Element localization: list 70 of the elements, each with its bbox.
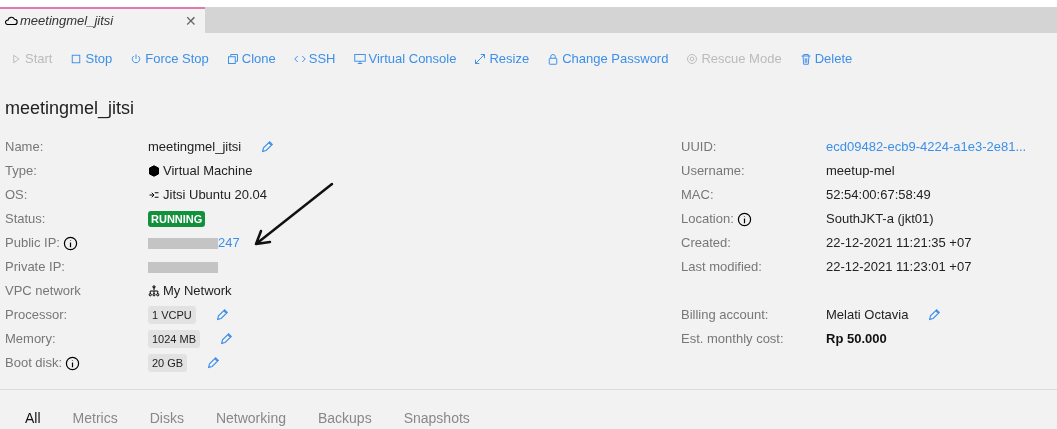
network-icon: [148, 285, 160, 297]
page-title: meetingmel_jitsi: [4, 97, 136, 121]
field-label: Public IP:: [5, 234, 60, 253]
play-icon: [10, 53, 22, 65]
field-label: Est. monthly cost:: [681, 330, 784, 349]
toolbar-button[interactable]: Force Stop: [130, 49, 209, 69]
value-chip: 20 GB: [148, 354, 188, 372]
field-label: Status:: [5, 210, 46, 229]
value-link[interactable]: 247: [218, 233, 240, 253]
field-value: 52:54:00:67:58:49: [826, 186, 931, 205]
toolbar-button[interactable]: SSH: [293, 49, 336, 69]
field-value: SouthJKT-a (jkt01): [826, 210, 934, 229]
edit-button[interactable]: [927, 308, 942, 322]
field-label: Created:: [681, 234, 731, 253]
field-label: Location:: [681, 210, 734, 229]
edit-button[interactable]: [219, 332, 234, 346]
square-icon: [70, 53, 83, 65]
value-chip: 1 VCPU: [148, 306, 196, 324]
toolbar-button[interactable]: Delete: [799, 49, 853, 69]
toolbar-button[interactable]: Stop: [70, 49, 113, 69]
toolbar-button[interactable]: Clone: [226, 49, 276, 69]
field-value: Jitsi Ubuntu 20.04: [163, 186, 268, 205]
cloud-icon: [4, 14, 18, 28]
toolbar-button[interactable]: Change Password: [547, 49, 669, 69]
trash-icon: [799, 53, 812, 65]
value-link[interactable]: ecd09482-ecb9-4224-a1e3-2e81...: [826, 137, 1027, 157]
field-label: VPC network: [5, 282, 81, 301]
field-value: Virtual Machine: [163, 162, 253, 181]
field-value: My Network: [163, 282, 232, 301]
section-tab[interactable]: All: [25, 408, 41, 429]
section-tab[interactable]: Networking: [215, 408, 286, 429]
lock-icon: [547, 53, 560, 65]
section-tab[interactable]: Backups: [317, 408, 372, 429]
field-label: Name:: [5, 138, 44, 157]
field-label: MAC:: [681, 186, 714, 205]
field-value: Rp 50.000: [826, 330, 887, 349]
close-button[interactable]: ✕: [185, 10, 197, 32]
edit-button[interactable]: [206, 356, 221, 370]
toolbar-button[interactable]: Resize: [474, 49, 530, 69]
field-value: meetup-mel: [826, 162, 895, 181]
field-value: 22-12-2021 11:21:35 +07: [826, 234, 972, 253]
lifebuoy-icon: [686, 53, 699, 65]
field-value: Melati Octavia: [826, 306, 909, 325]
code-icon: [293, 53, 306, 65]
toolbar-button[interactable]: Virtual Console: [353, 49, 457, 69]
field-value: 22-12-2021 11:23:01 +07: [826, 258, 972, 277]
edit-button[interactable]: [214, 308, 229, 322]
field-label: Processor:: [5, 306, 68, 325]
section-tab[interactable]: Metrics: [72, 408, 118, 429]
field-label: Type:: [5, 162, 37, 181]
field-label: Username:: [681, 162, 745, 181]
field-label: Boot disk:: [5, 354, 63, 373]
field-value: meetingmel_jitsi: [148, 138, 242, 157]
edit-button[interactable]: [260, 140, 275, 154]
tab-title: meetingmel_jitsi: [20, 12, 115, 31]
monitor-icon: [353, 53, 366, 65]
field-label: Billing account:: [681, 306, 769, 325]
status-badge: RUNNING: [148, 211, 206, 227]
section-tab[interactable]: Disks: [149, 408, 184, 429]
field-label: UUID:: [681, 138, 717, 157]
field-label: Private IP:: [5, 258, 65, 277]
field-label: Last modified:: [681, 258, 762, 277]
copy-icon: [226, 53, 239, 65]
document-tab[interactable]: meetingmel_jitsi ✕: [0, 7, 205, 33]
field-label: OS:: [5, 186, 28, 205]
power-icon: [130, 53, 143, 65]
value-chip: 1024 MB: [148, 330, 201, 348]
field-label: Memory:: [5, 330, 56, 349]
section-tab[interactable]: Snapshots: [403, 408, 470, 429]
expand-icon: [474, 53, 487, 65]
